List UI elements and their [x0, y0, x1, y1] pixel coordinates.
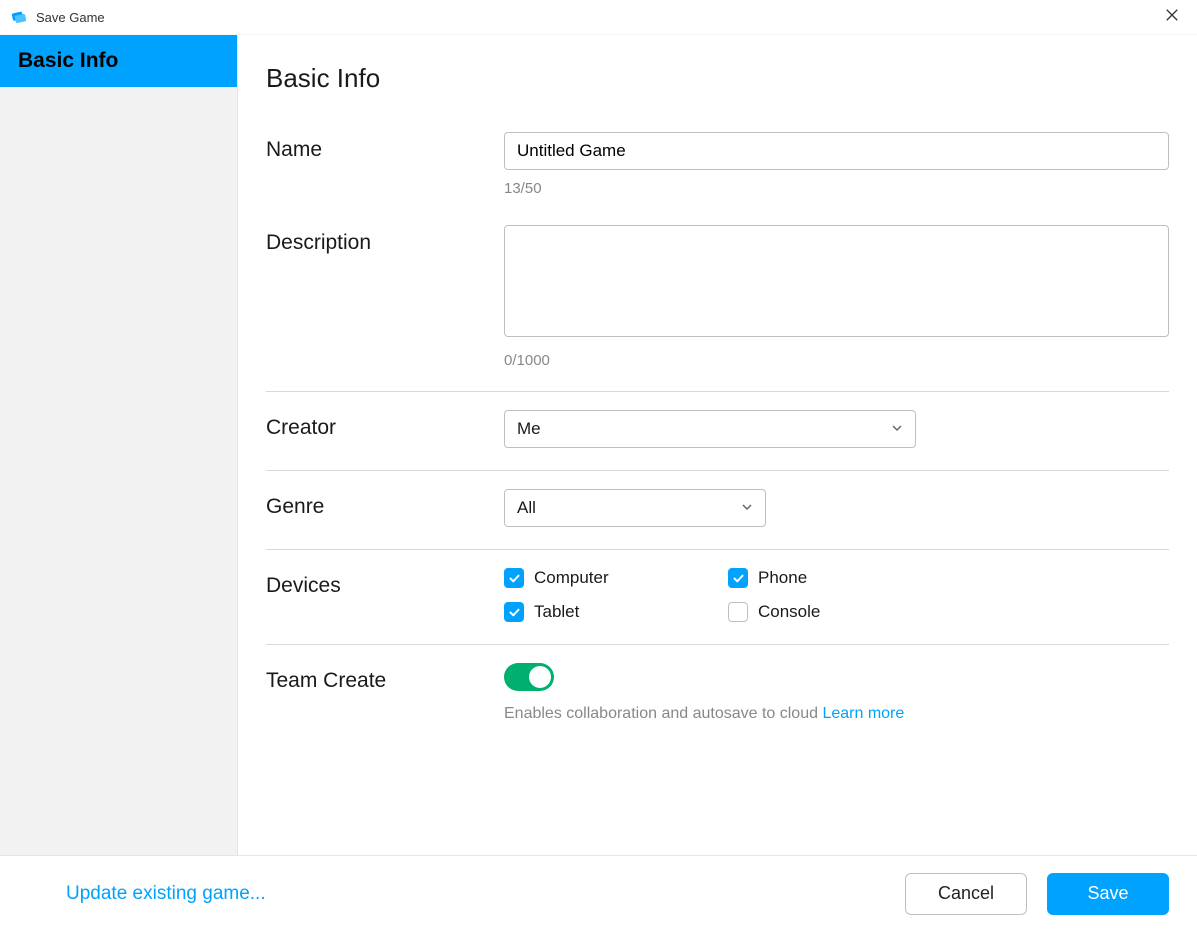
genre-value: All [517, 498, 536, 518]
sidebar-item-basic-info[interactable]: Basic Info [0, 35, 237, 87]
page-title: Basic Info [266, 63, 1169, 94]
cancel-button[interactable]: Cancel [905, 873, 1027, 915]
device-label: Console [758, 602, 820, 622]
field-name: Name 13/50 [266, 122, 1169, 215]
main-panel: Basic Info Name 13/50 Description 0/1000… [238, 35, 1197, 855]
device-checkbox-console[interactable]: Console [728, 602, 952, 622]
field-genre: Genre All [266, 479, 1169, 550]
creator-value: Me [517, 419, 541, 439]
checkbox-icon [728, 602, 748, 622]
field-devices: Devices Computer Phone Tablet [266, 558, 1169, 645]
learn-more-link[interactable]: Learn more [822, 705, 904, 722]
device-checkbox-tablet[interactable]: Tablet [504, 602, 728, 622]
description-label: Description [266, 225, 504, 255]
field-team-create: Team Create Enables collaboration and au… [266, 653, 1169, 741]
name-label: Name [266, 132, 504, 162]
field-creator: Creator Me [266, 400, 1169, 471]
team-create-hint: Enables collaboration and autosave to cl… [504, 705, 1169, 723]
creator-select[interactable]: Me [504, 410, 916, 448]
field-description: Description 0/1000 [266, 215, 1169, 392]
devices-label: Devices [266, 568, 504, 598]
description-counter: 0/1000 [504, 352, 1169, 369]
footer: Update existing game... Cancel Save [0, 855, 1197, 931]
name-input[interactable] [504, 132, 1169, 170]
save-button[interactable]: Save [1047, 873, 1169, 915]
device-label: Computer [534, 568, 609, 588]
device-label: Phone [758, 568, 807, 588]
chevron-down-icon [891, 419, 903, 439]
checkbox-icon [728, 568, 748, 588]
genre-select[interactable]: All [504, 489, 766, 527]
creator-label: Creator [266, 410, 504, 440]
close-icon[interactable] [1157, 8, 1187, 27]
chevron-down-icon [741, 498, 753, 518]
device-checkbox-computer[interactable]: Computer [504, 568, 728, 588]
titlebar: Save Game [0, 0, 1197, 35]
app-icon [10, 8, 28, 26]
window-title: Save Game [36, 10, 1157, 25]
sidebar-item-label: Basic Info [18, 49, 118, 73]
device-checkbox-phone[interactable]: Phone [728, 568, 952, 588]
toggle-knob [529, 666, 551, 688]
checkbox-icon [504, 568, 524, 588]
device-label: Tablet [534, 602, 579, 622]
update-existing-link[interactable]: Update existing game... [66, 883, 885, 905]
genre-label: Genre [266, 489, 504, 519]
description-input[interactable] [504, 225, 1169, 337]
team-create-toggle[interactable] [504, 663, 554, 691]
team-create-label: Team Create [266, 663, 504, 693]
checkbox-icon [504, 602, 524, 622]
name-counter: 13/50 [504, 180, 1169, 197]
sidebar: Basic Info [0, 35, 238, 855]
